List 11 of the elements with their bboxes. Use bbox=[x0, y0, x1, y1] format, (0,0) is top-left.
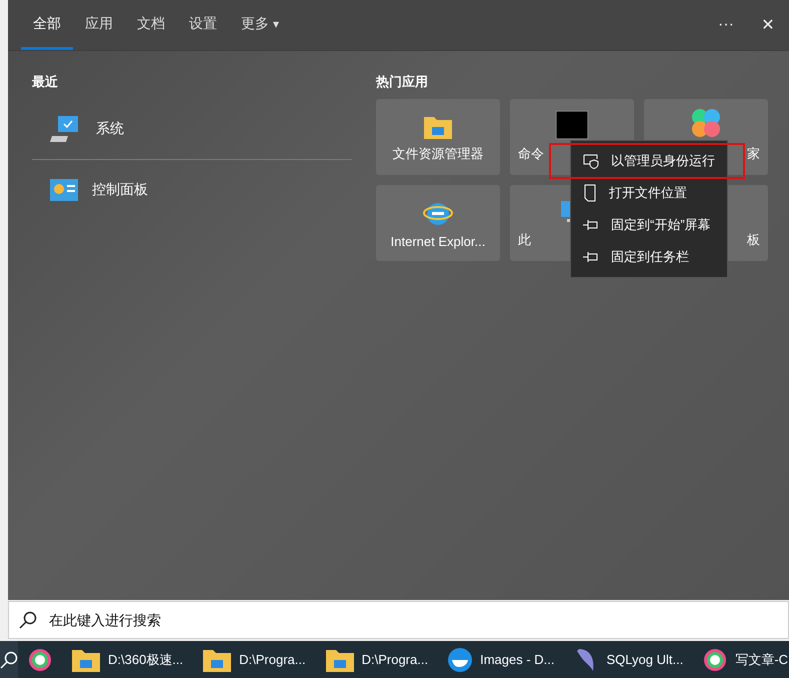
tile-label: 家 bbox=[746, 145, 761, 163]
tile-label: Internet Explor... bbox=[390, 234, 486, 249]
tile-label: 文件资源管理器 bbox=[392, 145, 484, 163]
section-title: 最近 bbox=[32, 73, 59, 91]
item-label: 系统 bbox=[96, 120, 124, 138]
tile-label: 此 bbox=[517, 231, 532, 249]
tile-label: 命令 bbox=[517, 145, 545, 163]
item-label: 控制面板 bbox=[92, 181, 148, 199]
section-title: 热门应用 bbox=[376, 73, 429, 91]
tile-label: 板 bbox=[746, 231, 761, 249]
caret-icon: ▾ bbox=[273, 16, 280, 30]
